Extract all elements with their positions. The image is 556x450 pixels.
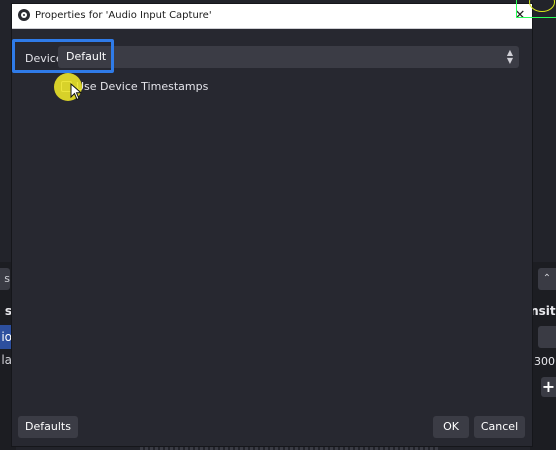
updown-chevron-icon: ▲ ▼ bbox=[506, 48, 514, 65]
main-window-duration-value[interactable]: 300 m bbox=[534, 352, 556, 372]
use-device-timestamps-label[interactable]: Use Device Timestamps bbox=[76, 79, 208, 95]
close-button-highlight bbox=[516, 0, 556, 18]
device-label: Device bbox=[25, 52, 63, 65]
ok-button[interactable]: OK bbox=[433, 416, 469, 438]
properties-panel: Device Default ▲ ▼ Use Device Timestamps … bbox=[12, 29, 532, 446]
obs-logo-icon bbox=[18, 9, 30, 21]
properties-dialog: Properties for 'Audio Input Capture' ✕ D… bbox=[12, 4, 532, 446]
main-window-source-item[interactable]: la bbox=[0, 350, 12, 370]
main-window-left-button[interactable]: s bbox=[0, 268, 10, 290]
main-window-bottom-edge bbox=[140, 446, 440, 450]
dialog-titlebar[interactable]: Properties for 'Audio Input Capture' ✕ bbox=[12, 4, 532, 29]
defaults-button[interactable]: Defaults bbox=[18, 416, 78, 438]
device-dropdown-value: Default bbox=[66, 50, 107, 63]
cancel-button[interactable]: Cancel bbox=[474, 416, 525, 438]
device-dropdown[interactable]: Default ▲ ▼ bbox=[58, 46, 519, 68]
main-window-transition-select[interactable] bbox=[538, 326, 556, 348]
main-window-spin-box[interactable]: ⌃ bbox=[538, 268, 556, 290]
main-window-panel-title: s bbox=[4, 304, 12, 318]
main-window-selected-source[interactable]: io bbox=[0, 325, 12, 349]
screen: s s io la ⌃ ansit 300 m + Properties for… bbox=[0, 0, 556, 450]
main-window-add-icon[interactable]: + bbox=[541, 377, 556, 397]
dialog-title: Properties for 'Audio Input Capture' bbox=[35, 10, 212, 21]
mouse-pointer-icon bbox=[70, 83, 82, 101]
